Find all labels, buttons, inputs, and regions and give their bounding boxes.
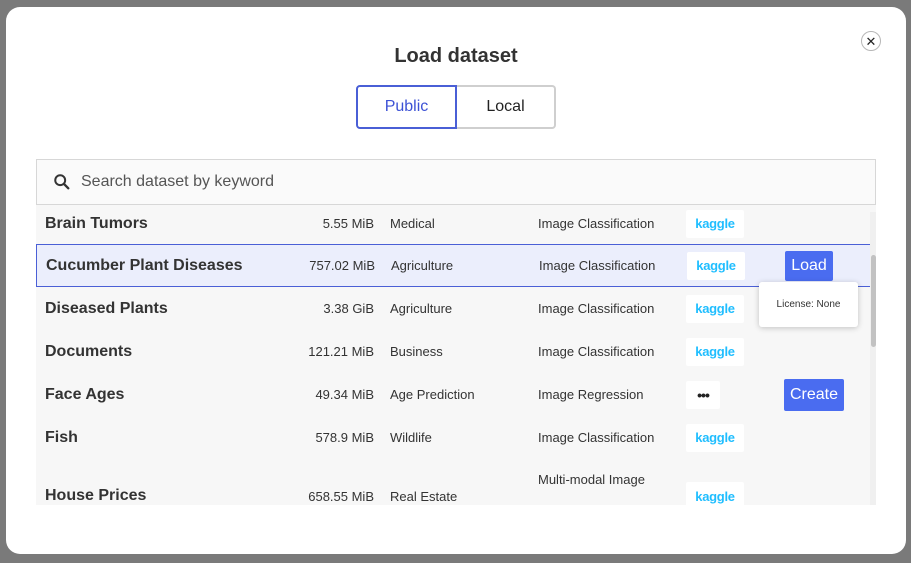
tab-local[interactable]: Local [457,85,556,129]
dataset-row[interactable]: Diseased Plants 3.38 GiB Agriculture Ima… [36,287,869,330]
kaggle-logo: kaggle [686,337,744,366]
load-dataset-dialog: Load dataset ✕ Public Local Brain Tumors… [6,7,906,554]
dataset-task: Image Regression [538,387,644,402]
dataset-size: 121.21 MiB [308,344,374,359]
create-button[interactable]: Create [784,378,844,411]
dataset-task: Image Classification [538,301,655,316]
kaggle-logo: kaggle [686,482,744,505]
kaggle-logo: kaggle [686,294,744,323]
search-icon [54,174,70,190]
license-tooltip: License: None [759,282,858,327]
dataset-size: 5.55 MiB [322,216,374,231]
search-bar [36,159,876,205]
dataset-row[interactable]: Face Ages 49.34 MiB Age Prediction Image… [36,373,869,416]
dataset-name: Fish [45,428,78,446]
dataset-task: Image Classification [539,258,656,273]
load-button[interactable]: Load [785,250,833,281]
dialog-title: Load dataset [394,45,518,67]
close-icon: ✕ [865,33,877,49]
scrollbar-thumb[interactable] [871,255,876,347]
kaggle-logo: kaggle [686,423,744,452]
dataset-row[interactable]: Documents 121.21 MiB Business Image Clas… [36,330,869,373]
more-options-icon[interactable]: ••• [686,380,720,409]
dataset-task: Image Classification [538,344,655,359]
dataset-task-line: Regression [538,496,604,505]
dataset-list[interactable]: Brain Tumors 5.55 MiB Medical Image Clas… [36,205,876,505]
kaggle-logo: kaggle [686,209,744,238]
dataset-size: 3.38 GiB [323,301,374,316]
dataset-category: Medical [390,216,435,231]
dataset-task: Multi-modal Image Regression [538,459,645,505]
dataset-row-selected[interactable]: Cucumber Plant Diseases 757.02 MiB Agric… [36,244,876,287]
dataset-task: Image Classification [538,216,655,231]
dataset-task-line: Multi-modal Image [538,472,645,487]
dataset-name: Documents [45,342,133,360]
dataset-name: Diseased Plants [45,299,168,317]
dataset-category: Business [390,344,443,359]
dataset-row[interactable]: House Prices 658.55 MiB Real Estate Mult… [36,459,869,505]
close-button[interactable]: ✕ [861,31,881,51]
dataset-category: Age Prediction [390,387,475,402]
dataset-category: Wildlife [390,430,432,445]
dataset-size: 49.34 MiB [315,387,374,402]
dataset-name: House Prices [45,487,147,504]
tab-public[interactable]: Public [356,85,457,129]
dataset-name: Face Ages [45,385,125,403]
dataset-size: 757.02 MiB [309,258,375,273]
dataset-task: Image Classification [538,430,655,445]
dataset-row[interactable]: Brain Tumors 5.55 MiB Medical Image Clas… [36,205,869,245]
dataset-category: Agriculture [390,301,453,316]
dataset-category: Agriculture [391,258,454,273]
dataset-size: 658.55 MiB [308,488,374,504]
dataset-name: Cucumber Plant Diseases [46,256,243,274]
kaggle-logo: kaggle [687,251,745,280]
dataset-size: 578.9 MiB [315,430,374,445]
source-toggle: Public Local [356,85,556,129]
dataset-name: Brain Tumors [45,214,148,232]
dataset-category: Real Estate [390,488,458,504]
search-input[interactable] [81,173,781,191]
dataset-row[interactable]: Fish 578.9 MiB Wildlife Image Classifica… [36,416,869,459]
